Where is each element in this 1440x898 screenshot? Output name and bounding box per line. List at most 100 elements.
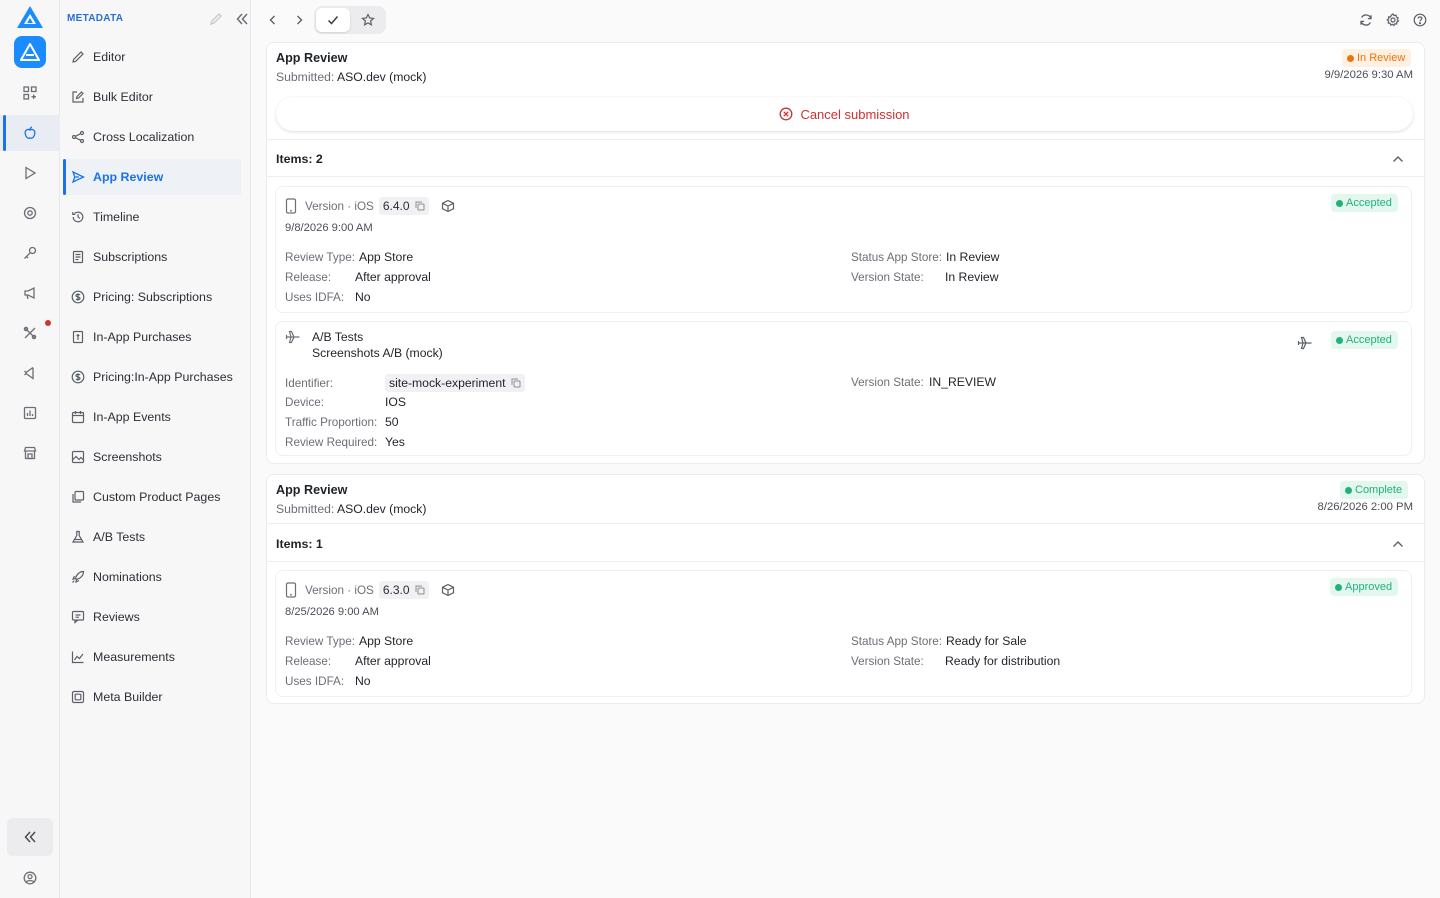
rail-target-icon[interactable]: [0, 195, 60, 231]
rail-tools-icon[interactable]: [0, 315, 60, 351]
experiment-plane-icon: [285, 330, 301, 344]
cancel-submission-button[interactable]: Cancel submission: [276, 97, 1413, 131]
divider: [267, 139, 1424, 140]
nav-item-bulk-editor[interactable]: Bulk Editor: [63, 79, 241, 115]
nav-item-ab-tests[interactable]: A/B Tests: [63, 519, 241, 555]
idfa-value: No: [355, 290, 371, 304]
app-tile-icon[interactable]: [14, 36, 46, 68]
refresh-icon[interactable]: [1355, 9, 1377, 31]
document-list-icon: [70, 249, 86, 265]
nav-item-label: Screenshots: [93, 450, 162, 464]
identifier-chip[interactable]: site-mock-experiment: [385, 374, 525, 392]
settings-gear-icon[interactable]: [1382, 9, 1404, 31]
device-value: IOS: [385, 395, 406, 409]
review-type-field: Review Type: App Store: [285, 634, 413, 648]
nav-item-meta-builder[interactable]: Meta Builder: [63, 679, 241, 715]
status-badge: Complete: [1340, 481, 1409, 499]
app-logo-icon[interactable]: [16, 5, 44, 29]
chevron-up-icon[interactable]: [1391, 152, 1405, 166]
store-status-field: Status App Store: In Review: [851, 250, 999, 264]
nav-item-in-app-events[interactable]: In-App Events: [63, 399, 241, 435]
review-required-value: Yes: [385, 435, 405, 449]
copy-icon[interactable]: [415, 585, 425, 595]
back-chevron-icon[interactable]: [262, 9, 284, 31]
release-field: Release: After approval: [285, 654, 431, 668]
nav-item-label: In-App Events: [93, 410, 171, 424]
nav-item-reviews[interactable]: Reviews: [63, 599, 241, 635]
version-number-chip[interactable]: 6.4.0: [378, 197, 429, 215]
nav-item-custom-product-pages[interactable]: Custom Product Pages: [63, 479, 241, 515]
rail-vscode-icon[interactable]: [0, 355, 60, 391]
nav-item-pricing-subscriptions[interactable]: Pricing: Subscriptions: [63, 279, 241, 315]
chevron-up-icon[interactable]: [1391, 537, 1405, 551]
nav-item-screenshots[interactable]: Screenshots: [63, 439, 241, 475]
review-required-field: Review Required: Yes: [285, 435, 405, 449]
idfa-value: No: [355, 674, 371, 688]
metadata-nav: METADATA Editor Bulk Editor Cross Locali…: [60, 0, 251, 898]
ab-test-plane-icon[interactable]: [1297, 336, 1313, 350]
store-status-label: Status App Store:: [851, 634, 942, 648]
checkmark-icon[interactable]: [316, 8, 350, 32]
nav-collapse-icon[interactable]: [235, 12, 249, 26]
version-row: Version · iOS 6.3.0: [285, 581, 455, 599]
nav-item-editor[interactable]: Editor: [63, 39, 241, 75]
idfa-field: Uses IDFA: No: [285, 674, 371, 688]
rail-dashboard-icon[interactable]: [0, 75, 60, 111]
nav-item-nominations[interactable]: Nominations: [63, 559, 241, 595]
share-nodes-icon: [70, 129, 86, 145]
package-cube-icon[interactable]: [441, 199, 455, 213]
submission-title: App Review: [276, 51, 348, 65]
forward-chevron-icon[interactable]: [288, 9, 310, 31]
items-count: Items: 1: [276, 537, 323, 551]
version-state-value: Ready for distribution: [945, 654, 1061, 668]
version-number-chip[interactable]: 6.3.0: [378, 581, 429, 599]
version-date: 9/8/2026 9:00 AM: [285, 222, 373, 234]
package-cube-icon[interactable]: [441, 583, 455, 597]
rail-play-icon[interactable]: [0, 155, 60, 191]
submission-title: App Review: [276, 483, 348, 497]
items-count: Items: 2: [276, 152, 323, 166]
nav-item-label: Pricing:In-App Purchases: [93, 370, 233, 384]
icon-rail: [0, 0, 60, 898]
rail-megaphone-icon[interactable]: [0, 275, 60, 311]
identifier-label: Identifier:: [285, 376, 334, 390]
submission-date: 8/26/2026 2:00 PM: [1317, 501, 1413, 513]
store-status-label: Status App Store:: [851, 250, 942, 264]
rail-report-icon[interactable]: [0, 395, 60, 431]
copy-icon[interactable]: [511, 378, 521, 388]
rail-apple-icon[interactable]: [0, 115, 60, 151]
rail-store-icon[interactable]: [0, 435, 60, 471]
nav-item-label: A/B Tests: [93, 530, 146, 544]
chart-line-icon: [70, 649, 86, 665]
accepted-badge: Accepted: [1331, 194, 1398, 212]
nav-item-timeline[interactable]: Timeline: [63, 199, 241, 235]
edit-pencil-icon[interactable]: [209, 12, 223, 26]
status-text: Approved: [1345, 581, 1393, 593]
nav-item-label: Editor: [93, 50, 126, 64]
nav-item-app-review[interactable]: App Review: [63, 159, 241, 195]
nav-item-cross-localization[interactable]: Cross Localization: [63, 119, 241, 155]
copy-icon[interactable]: [415, 201, 425, 211]
review-type-label: Review Type:: [285, 250, 355, 264]
nav-item-in-app-purchases[interactable]: In-App Purchases: [63, 319, 241, 355]
submission-date: 9/9/2026 9:30 AM: [1324, 69, 1413, 81]
divider: [267, 561, 1424, 562]
status-dot: [1345, 486, 1352, 494]
user-account-icon[interactable]: [0, 866, 60, 890]
chip-icon: [70, 689, 86, 705]
release-value: After approval: [355, 270, 431, 284]
status-dot: [1347, 54, 1354, 62]
rail-key-icon[interactable]: [0, 235, 60, 271]
version-number: 6.4.0: [382, 199, 410, 213]
help-icon[interactable]: [1409, 9, 1431, 31]
version-item: Version · iOS 6.3.0 8/25/2026 9:00 AM Ap…: [275, 570, 1412, 697]
nav-item-measurements[interactable]: Measurements: [63, 639, 241, 675]
nav-item-pricing-in-app-purchases[interactable]: Pricing:In-App Purchases: [63, 359, 241, 395]
send-icon: [70, 169, 86, 185]
star-icon[interactable]: [352, 8, 384, 32]
nav-item-label: Bulk Editor: [93, 90, 153, 104]
release-field: Release: After approval: [285, 270, 431, 284]
traffic-label: Traffic Proportion:: [285, 415, 378, 429]
rail-collapse-button[interactable]: [7, 818, 53, 856]
nav-item-subscriptions[interactable]: Subscriptions: [63, 239, 241, 275]
